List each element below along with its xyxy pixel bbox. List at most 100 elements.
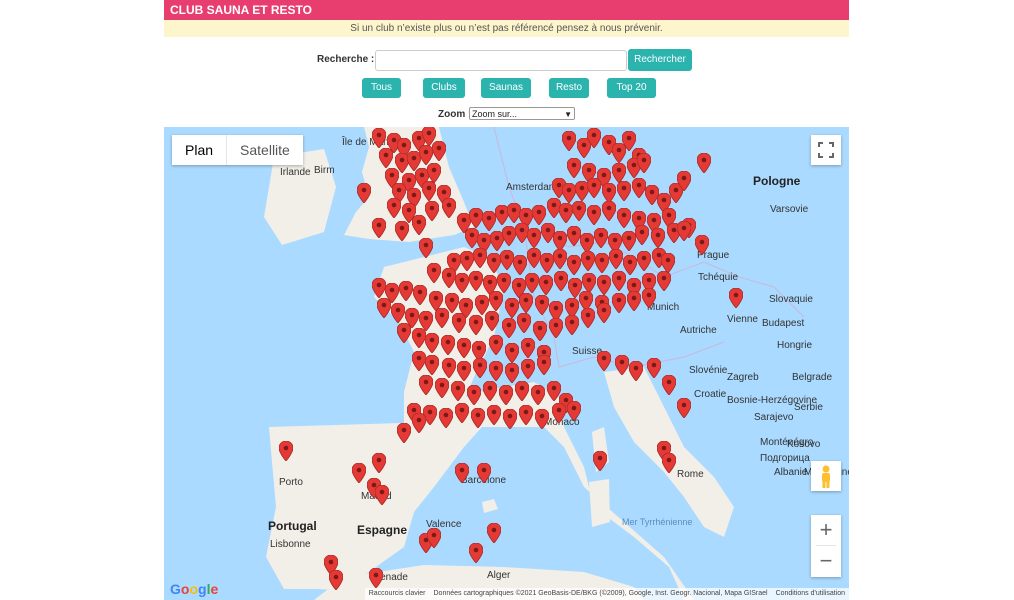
map-pin-icon[interactable] [418, 144, 434, 166]
map-pin-icon[interactable] [486, 404, 502, 426]
map-pin-icon[interactable] [661, 374, 677, 396]
map-pin-icon[interactable] [558, 202, 574, 224]
map-pin-icon[interactable] [518, 292, 534, 314]
map-pin-icon[interactable] [488, 360, 504, 382]
map-pin-icon[interactable] [501, 317, 517, 339]
zoom-in-button[interactable]: + [811, 515, 841, 545]
map-pin-icon[interactable] [421, 180, 437, 202]
map-pin-icon[interactable] [636, 152, 652, 174]
filter-resto-button[interactable]: Resto [549, 78, 589, 98]
map-pin-icon[interactable] [278, 440, 294, 462]
map-pin-icon[interactable] [566, 254, 582, 276]
map-pin-icon[interactable] [424, 354, 440, 376]
map-pin-icon[interactable] [456, 337, 472, 359]
map-pin-icon[interactable] [390, 302, 406, 324]
map-pin-icon[interactable] [394, 220, 410, 242]
map-pin-icon[interactable] [468, 542, 484, 564]
map-pin-icon[interactable] [371, 452, 387, 474]
map-pin-icon[interactable] [592, 450, 608, 472]
map-pin-icon[interactable] [728, 287, 744, 309]
map-pin-icon[interactable] [398, 280, 414, 302]
map-pin-icon[interactable] [608, 248, 624, 270]
map-pin-icon[interactable] [512, 254, 528, 276]
map-pin-icon[interactable] [418, 374, 434, 396]
map-pin-icon[interactable] [504, 362, 520, 384]
map-pin-icon[interactable] [593, 227, 609, 249]
map-pin-icon[interactable] [368, 567, 384, 589]
map-pin-icon[interactable] [656, 270, 672, 292]
keyboard-shortcuts-link[interactable]: Raccourcis clavier [369, 588, 426, 600]
map-pin-icon[interactable] [424, 332, 440, 354]
map-pin-icon[interactable] [470, 407, 486, 429]
map-pin-icon[interactable] [561, 130, 577, 152]
map-pin-icon[interactable] [488, 290, 504, 312]
map-pin-icon[interactable] [441, 197, 457, 219]
map-pin-icon[interactable] [611, 292, 627, 314]
map-pin-icon[interactable] [520, 337, 536, 359]
map-pin-icon[interactable] [424, 200, 440, 222]
map-pin-icon[interactable] [601, 182, 617, 204]
map-pin-icon[interactable] [536, 354, 552, 376]
map-pin-icon[interactable] [611, 270, 627, 292]
map-type-satellite[interactable]: Satellite [227, 135, 303, 165]
map-pin-icon[interactable] [426, 527, 442, 549]
map-pin-icon[interactable] [539, 252, 555, 274]
map-pin-icon[interactable] [532, 320, 548, 342]
map-pin-icon[interactable] [472, 357, 488, 379]
map-pin-icon[interactable] [616, 180, 632, 202]
map-pin-icon[interactable] [454, 402, 470, 424]
map-pin-icon[interactable] [482, 380, 498, 402]
map-pin-icon[interactable] [586, 177, 602, 199]
map-pin-icon[interactable] [426, 162, 442, 184]
map-pin-icon[interactable] [426, 262, 442, 284]
map-pin-icon[interactable] [566, 225, 582, 247]
map-pin-icon[interactable] [434, 377, 450, 399]
map-pin-icon[interactable] [531, 204, 547, 226]
map-pin-icon[interactable] [371, 277, 387, 299]
map-pin-icon[interactable] [328, 569, 344, 591]
map-pin-icon[interactable] [626, 290, 642, 312]
map-pin-icon[interactable] [431, 140, 447, 162]
map-pin-icon[interactable] [501, 225, 517, 247]
map-pin-icon[interactable] [596, 274, 612, 296]
map-pin-icon[interactable] [499, 249, 515, 271]
map-pin-icon[interactable] [456, 360, 472, 382]
map-pin-icon[interactable] [526, 227, 542, 249]
map-pin-icon[interactable] [694, 234, 710, 256]
map-pin-icon[interactable] [518, 404, 534, 426]
map-pin-icon[interactable] [411, 350, 427, 372]
map-pin-icon[interactable] [581, 272, 597, 294]
map-pin-icon[interactable] [454, 462, 470, 484]
filter-clubs-button[interactable]: Clubs [423, 78, 465, 98]
search-button[interactable]: Rechercher [628, 49, 692, 71]
map-pin-icon[interactable] [524, 272, 540, 294]
map-pin-icon[interactable] [571, 200, 587, 222]
map-pin-icon[interactable] [616, 207, 632, 229]
map-pin-icon[interactable] [376, 297, 392, 319]
map-pin-icon[interactable] [596, 350, 612, 372]
map-pin-icon[interactable] [564, 314, 580, 336]
map-pin-icon[interactable] [441, 267, 457, 289]
map-pin-icon[interactable] [526, 247, 542, 269]
map-pin-icon[interactable] [634, 224, 650, 246]
map-pin-icon[interactable] [631, 177, 647, 199]
map-pin-icon[interactable] [553, 270, 569, 292]
map-pin-icon[interactable] [451, 312, 467, 334]
map-pin-icon[interactable] [660, 252, 676, 274]
map-pin-icon[interactable] [454, 272, 470, 294]
map-pin-icon[interactable] [552, 248, 568, 270]
map-pin-icon[interactable] [488, 334, 504, 356]
map-pin-icon[interactable] [676, 170, 692, 192]
map-pin-icon[interactable] [450, 380, 466, 402]
map-pin-icon[interactable] [434, 307, 450, 329]
map-pin-icon[interactable] [641, 287, 657, 309]
map-pin-icon[interactable] [614, 354, 630, 376]
map-pin-icon[interactable] [502, 408, 518, 430]
map-pin-icon[interactable] [481, 210, 497, 232]
map-pin-icon[interactable] [411, 327, 427, 349]
map-pin-icon[interactable] [566, 157, 582, 179]
map-pin-icon[interactable] [516, 312, 532, 334]
map-pin-icon[interactable] [530, 384, 546, 406]
map-pin-icon[interactable] [650, 227, 666, 249]
pegman-icon[interactable] [811, 461, 841, 491]
